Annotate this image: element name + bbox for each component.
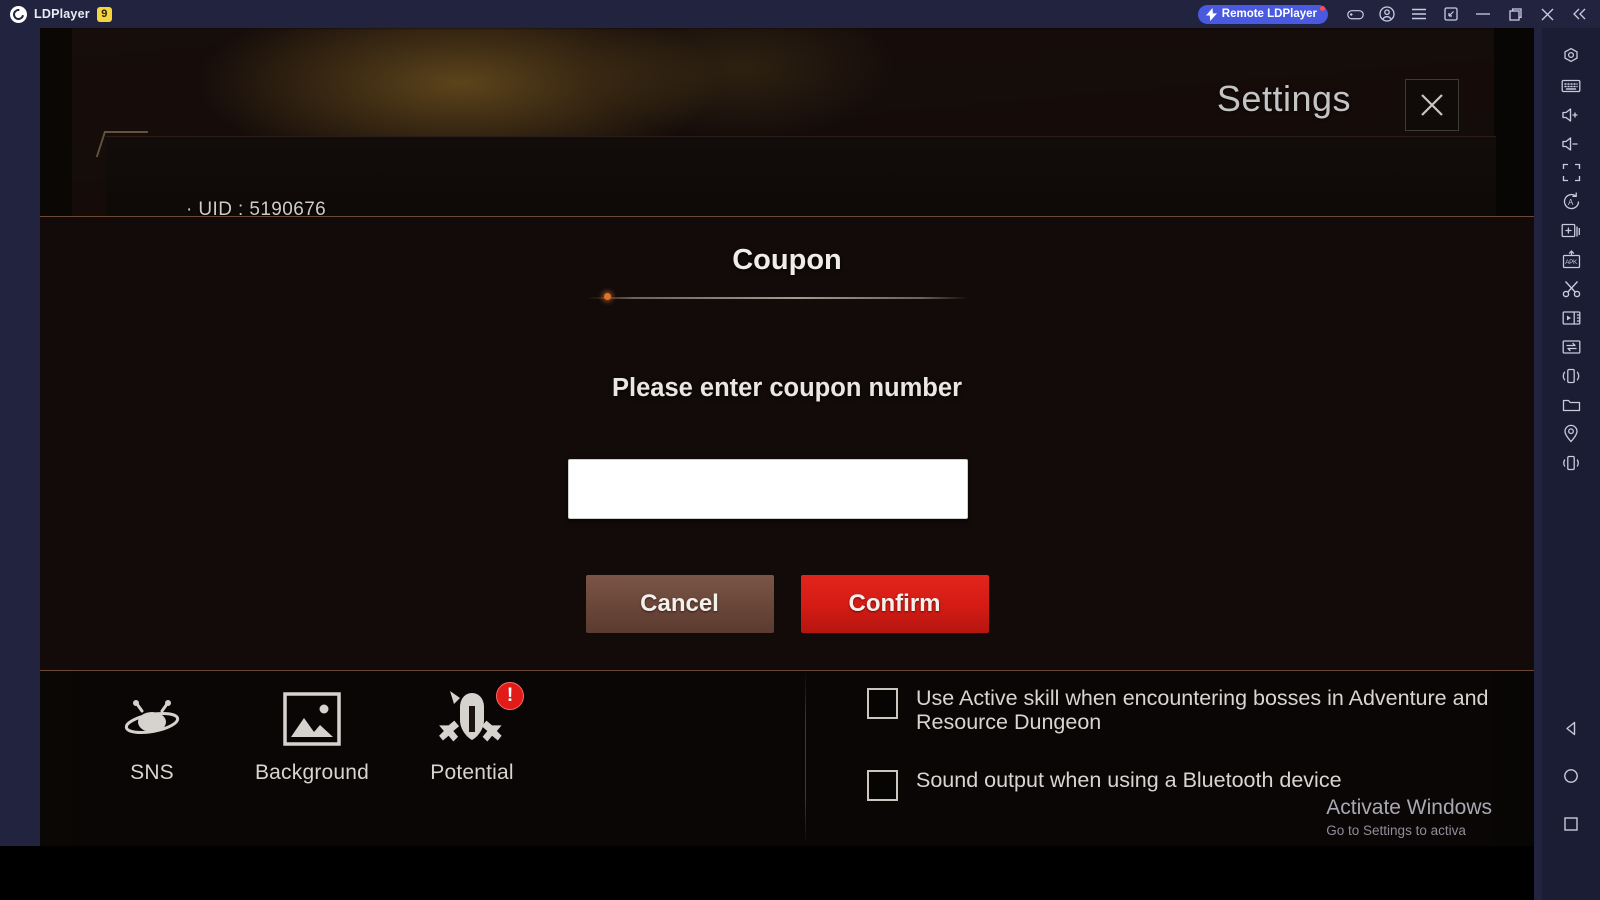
- new-dot-icon: [1320, 5, 1325, 11]
- settings-item-potential[interactable]: ! Potential: [392, 682, 552, 785]
- rotate-device-icon[interactable]: [1542, 361, 1600, 390]
- settings-checkbox-list: Use Active skill when encountering bosse…: [867, 686, 1507, 835]
- coupon-dialog: Coupon Please enter coupon number Cancel…: [40, 216, 1534, 671]
- fullscreen-icon[interactable]: [1542, 158, 1600, 187]
- settings-item-sns-label: SNS: [130, 761, 174, 784]
- settings-item-sns[interactable]: SNS: [72, 688, 232, 785]
- settings-item-background[interactable]: Background: [232, 688, 392, 785]
- apk-install-icon[interactable]: APK: [1542, 245, 1600, 274]
- checkbox-row-bluetooth[interactable]: Sound output when using a Bluetooth devi…: [867, 768, 1507, 802]
- coupon-dialog-actions: Cancel Confirm: [40, 575, 1534, 633]
- account-icon[interactable]: [1372, 0, 1402, 28]
- settings-item-background-label: Background: [254, 761, 370, 784]
- remote-ldplayer-button[interactable]: Remote LDPlayer: [1197, 4, 1328, 24]
- checkbox-active-skill[interactable]: [867, 688, 898, 719]
- shake-icon[interactable]: [1542, 448, 1600, 477]
- settings-title: Settings: [1216, 78, 1351, 119]
- cancel-button[interactable]: Cancel: [585, 575, 774, 633]
- confirm-button[interactable]: Confirm: [800, 575, 989, 633]
- checkbox-bluetooth-label: Sound output when using a Bluetooth devi…: [916, 768, 1342, 793]
- app-name: LDPlayer: [34, 7, 90, 21]
- left-frame-strip: [0, 28, 40, 846]
- scissors-icon[interactable]: [1542, 274, 1600, 303]
- android-recents-icon[interactable]: [1542, 800, 1600, 848]
- android-home-icon[interactable]: [1542, 752, 1600, 800]
- settings-item-potential-label: Potential: [430, 761, 514, 784]
- sns-planet-icon: [116, 688, 188, 750]
- svg-text:A: A: [1568, 198, 1574, 207]
- folder-icon[interactable]: [1542, 390, 1600, 419]
- screenshot-icon[interactable]: [1436, 0, 1466, 28]
- background-image-icon: [276, 688, 348, 750]
- svg-text:APK: APK: [1565, 259, 1578, 266]
- settings-icon-row: SNS Background ! Potential: [72, 682, 552, 785]
- close-icon[interactable]: [1532, 0, 1562, 28]
- version-badge: 9: [96, 6, 112, 22]
- checkbox-row-active-skill[interactable]: Use Active skill when encountering bosse…: [867, 686, 1507, 734]
- settings-close-button[interactable]: [1405, 79, 1459, 131]
- emulator-sidebar: A APK: [1534, 28, 1600, 900]
- checkbox-active-skill-label: Use Active skill when encountering bosse…: [916, 686, 1489, 735]
- keyboard-icon[interactable]: [1542, 71, 1600, 100]
- uid-card: · UID : 5190676: [106, 136, 1496, 228]
- titlebar-controls: Remote LDPlayer: [1197, 0, 1600, 28]
- collapse-icon[interactable]: [1564, 0, 1594, 28]
- multi-instance-icon[interactable]: [1542, 216, 1600, 245]
- coupon-code-input[interactable]: [568, 459, 968, 519]
- menu-icon[interactable]: [1404, 0, 1434, 28]
- minimize-icon[interactable]: [1468, 0, 1498, 28]
- maximize-icon[interactable]: [1500, 0, 1530, 28]
- remote-ldplayer-label: Remote LDPlayer: [1221, 8, 1317, 20]
- coupon-dialog-title: Coupon: [732, 244, 842, 276]
- window-titlebar: LDPlayer 9 Remote LDPlayer: [0, 0, 1600, 28]
- bottom-frame-strip: [0, 846, 1600, 900]
- settings-gear-icon[interactable]: [1542, 42, 1600, 71]
- lightning-icon: [1205, 7, 1217, 21]
- volume-up-icon[interactable]: [1542, 100, 1600, 129]
- volume-down-icon[interactable]: [1542, 129, 1600, 158]
- titlebar-brand: LDPlayer 9: [0, 5, 112, 23]
- potential-alert-badge: !: [496, 682, 524, 710]
- location-pin-icon[interactable]: [1542, 419, 1600, 448]
- emulator-screen: Settings · UID : 5190676 Language Reset …: [40, 28, 1534, 846]
- video-record-icon[interactable]: [1542, 303, 1600, 332]
- auto-rotate-icon[interactable]: A: [1542, 187, 1600, 216]
- settings-vertical-separator: [805, 670, 806, 846]
- synchronizer-icon[interactable]: [1542, 332, 1600, 361]
- ldplayer-logo-icon: [10, 5, 27, 23]
- close-x-icon: [1421, 94, 1443, 116]
- ldplayer-window: LDPlayer 9 Remote LDPlayer Settings · UI…: [0, 0, 1600, 900]
- divider-dot-icon: [604, 293, 611, 300]
- coupon-title-divider: [588, 293, 968, 300]
- coupon-dialog-subtitle: Please enter coupon number: [611, 374, 962, 402]
- android-back-icon[interactable]: [1542, 704, 1600, 752]
- gamepad-icon[interactable]: [1340, 0, 1370, 28]
- checkbox-bluetooth[interactable]: [867, 770, 898, 802]
